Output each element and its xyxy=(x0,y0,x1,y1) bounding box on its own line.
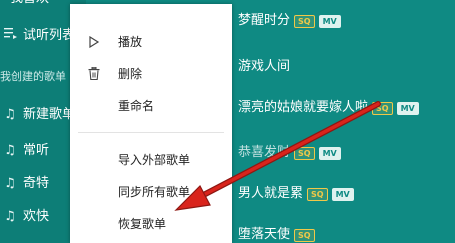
song-row[interactable]: 漂亮的姑娘就要嫁人啦 SQ MV xyxy=(238,97,419,119)
sq-badge: SQ xyxy=(294,146,315,160)
sidebar-item-label: 新建歌单 xyxy=(23,107,76,122)
music-note-icon: ♫ xyxy=(4,143,16,158)
menu-item-play[interactable]: 播放 xyxy=(70,30,232,54)
song-title: 男人就是累 xyxy=(238,186,304,201)
sidebar-item-label: 奇特 xyxy=(23,176,50,191)
song-title: 恭喜发财 xyxy=(238,145,291,160)
song-row[interactable]: 梦醒时分 SQ MV xyxy=(238,10,341,32)
song-row[interactable]: 堕落天使 SQ xyxy=(238,224,315,243)
sidebar-item-label: 常听 xyxy=(23,143,50,158)
song-title: 堕落天使 xyxy=(238,227,291,242)
menu-item-label: 播放 xyxy=(118,35,143,49)
sq-badge: SQ xyxy=(294,14,315,28)
menu-item-label: 重命名 xyxy=(118,99,155,113)
mv-badge[interactable]: MV xyxy=(318,146,341,160)
song-title: 游戏人间 xyxy=(238,59,291,74)
mv-badge[interactable]: MV xyxy=(318,14,341,28)
menu-item-import-external-playlist[interactable]: 导入外部歌单 xyxy=(70,148,232,172)
trash-icon xyxy=(86,62,102,88)
menu-item-label: 删除 xyxy=(118,67,143,81)
music-note-icon: ♫ xyxy=(4,176,16,191)
music-note-icon: ♫ xyxy=(4,209,16,224)
menu-divider xyxy=(78,132,224,133)
menu-item-delete[interactable]: 删除 xyxy=(70,62,232,86)
song-list: 梦醒时分 SQ MV 游戏人间 漂亮的姑娘就要嫁人啦 SQ MV 恭喜发财 SQ MV 男人… xyxy=(232,0,455,243)
music-note-icon: ♫ xyxy=(4,107,16,122)
sq-badge: SQ xyxy=(372,101,393,115)
sidebar-item-label: 试听列表 xyxy=(23,28,76,43)
song-title: 梦醒时分 xyxy=(238,13,291,28)
sq-badge: SQ xyxy=(307,187,328,201)
music-app-window: 我喜欢 试听列表 我创建的歌单 ♫ 新建歌单 ♫ 常听 ♫ 奇特 xyxy=(0,0,455,243)
mv-badge[interactable]: MV xyxy=(331,187,354,201)
sq-badge: SQ xyxy=(294,228,315,242)
mv-badge[interactable]: MV xyxy=(396,101,419,115)
section-title-my-playlists: 我创建的歌单 xyxy=(0,70,66,83)
menu-item-label: 恢复歌单 xyxy=(118,217,167,231)
play-icon xyxy=(86,30,102,56)
sidebar-item-label: 欢快 xyxy=(23,209,50,224)
menu-item-restore-playlist[interactable]: 恢复歌单 xyxy=(70,212,232,236)
song-row[interactable]: 游戏人间 xyxy=(238,56,290,78)
song-row[interactable]: 恭喜发财 SQ MV xyxy=(238,142,341,164)
list-icon xyxy=(2,25,18,47)
context-menu: 播放 删除 重命名 导入外部歌单 同步所有歌单 恢复歌单 xyxy=(70,4,232,243)
menu-item-label: 导入外部歌单 xyxy=(118,153,191,167)
menu-item-rename[interactable]: 重命名 xyxy=(70,94,232,118)
song-row[interactable]: 男人就是累 SQ MV xyxy=(238,183,354,205)
sidebar-item-label: 我喜欢 xyxy=(10,0,49,10)
menu-item-sync-all-playlists[interactable]: 同步所有歌单 xyxy=(70,180,232,204)
menu-item-label: 同步所有歌单 xyxy=(118,185,191,199)
song-title: 漂亮的姑娘就要嫁人啦 xyxy=(238,100,369,115)
